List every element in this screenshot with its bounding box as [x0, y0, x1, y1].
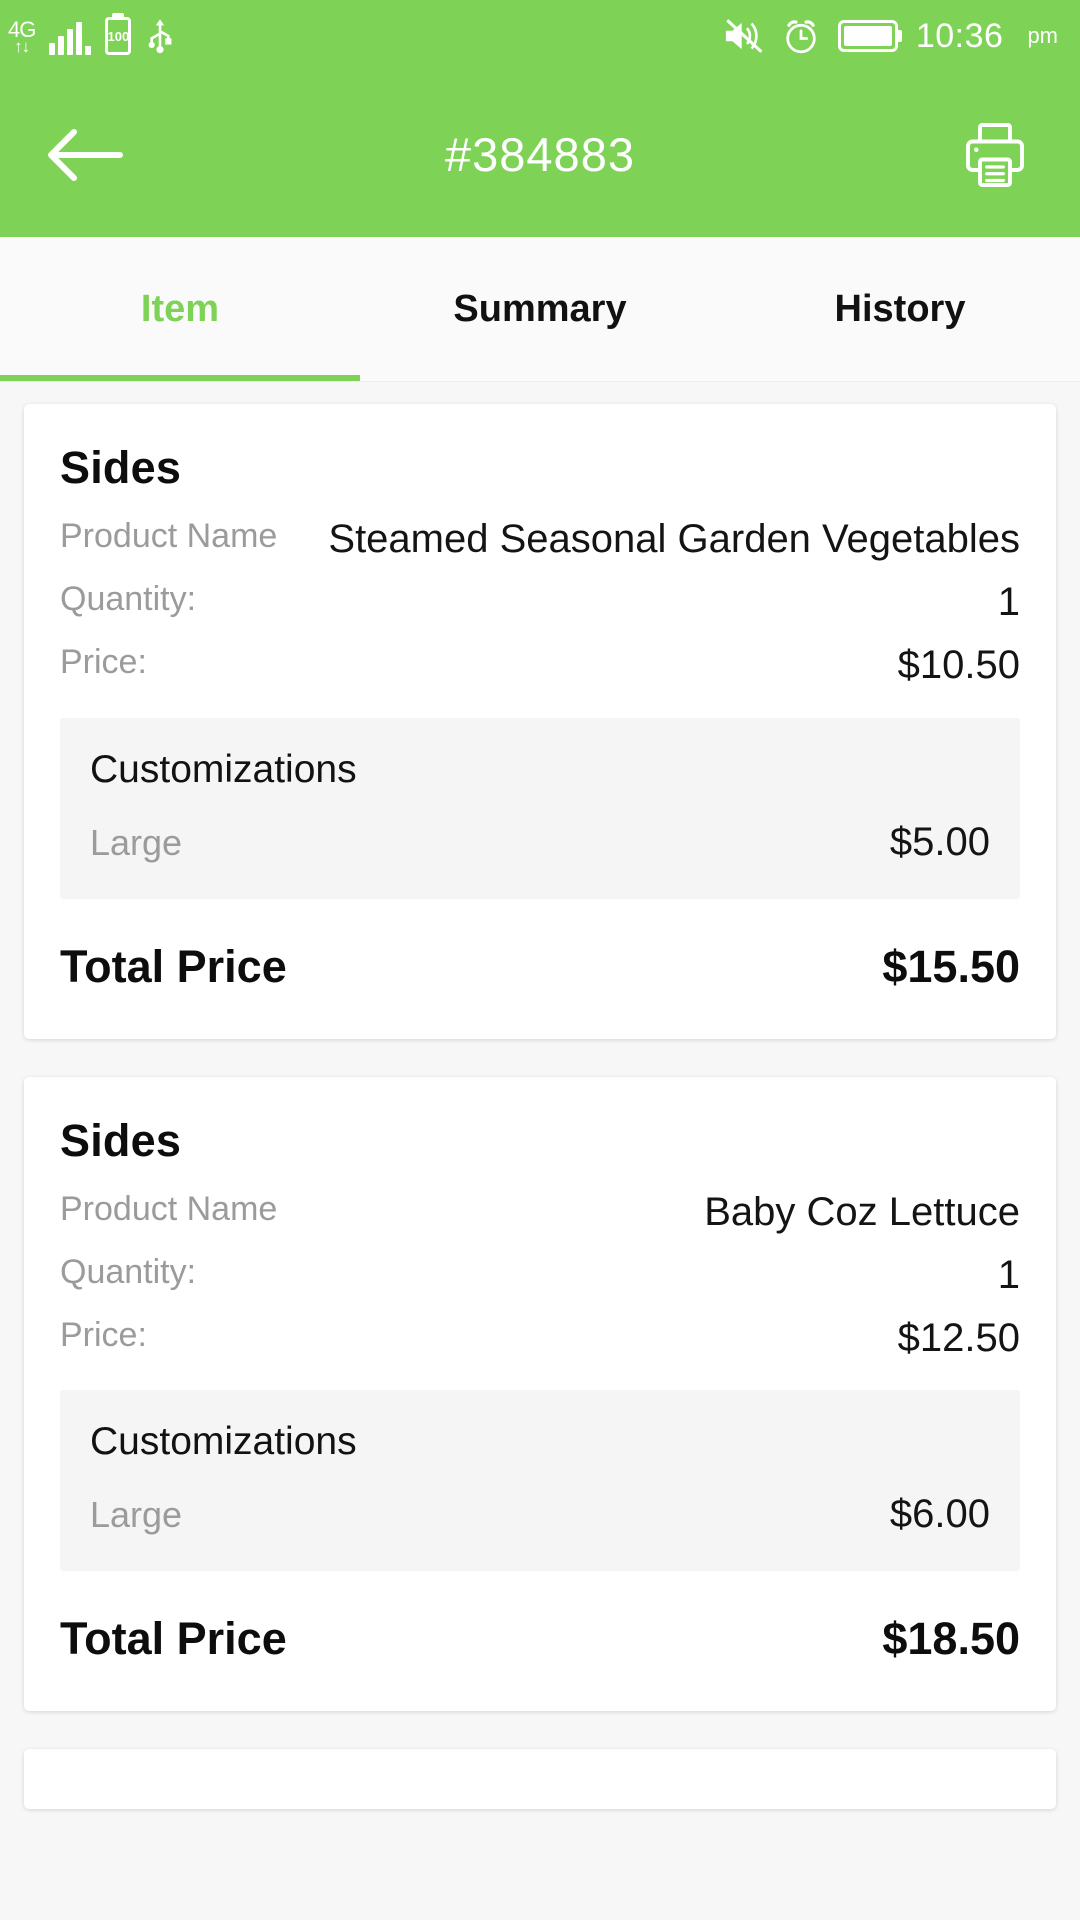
- customizations-title: Customizations: [90, 747, 357, 791]
- tab-summary[interactable]: Summary: [360, 237, 720, 381]
- arrow-left-icon: [48, 128, 123, 181]
- price-row: Price: $12.50: [60, 1307, 1020, 1370]
- customization-name: Large: [90, 1494, 183, 1536]
- quantity-value: 1: [997, 580, 1020, 625]
- tab-bar: Item Summary History: [0, 237, 1080, 382]
- tab-history-label: History: [834, 287, 966, 330]
- tab-summary-label: Summary: [453, 287, 627, 330]
- printer-icon: [966, 122, 1024, 187]
- battery-100-icon: 100: [105, 17, 132, 55]
- total-price-label: Total Price: [60, 940, 287, 992]
- data-transfer-arrows-icon: ↑↓: [14, 37, 30, 56]
- usb-icon: [148, 19, 172, 54]
- product-name-value: Baby Coz Lettuce: [704, 1189, 1020, 1234]
- price-row: Price: $10.50: [60, 634, 1020, 697]
- battery-full-icon: [837, 20, 898, 52]
- signal-bars-icon: [49, 21, 92, 55]
- tab-item[interactable]: Item: [0, 237, 360, 381]
- quantity-label: Quantity:: [60, 580, 197, 619]
- product-name-value: Steamed Seasonal Garden Vegetables: [328, 517, 1020, 561]
- product-name-row: Product Name Baby Coz Lettuce: [60, 1181, 1020, 1244]
- order-item-card-partial[interactable]: [24, 1749, 1056, 1810]
- battery-percent-label: 100: [107, 28, 130, 44]
- total-price-row: Total Price $15.50: [60, 923, 1020, 993]
- back-button[interactable]: [40, 110, 130, 200]
- alarm-clock-icon: [786, 20, 816, 54]
- status-bar-left: 4G ↑↓ 100: [8, 17, 175, 55]
- status-bar-right: 10:36 pm: [722, 17, 1058, 56]
- clock-time: 10:36: [915, 16, 1004, 55]
- customization-price: $6.00: [889, 1492, 990, 1537]
- customizations-section: Customizations Large $6.00: [60, 1390, 1020, 1572]
- clock-ampm: pm: [1027, 23, 1058, 48]
- customization-name: Large: [90, 821, 183, 863]
- customizations-title: Customizations: [90, 1420, 357, 1464]
- total-price-label: Total Price: [60, 1613, 287, 1665]
- customization-row: Large $6.00: [90, 1492, 990, 1537]
- quantity-value: 1: [997, 1252, 1020, 1297]
- page-title: #384883: [445, 128, 635, 181]
- item-category: Sides: [60, 1114, 182, 1166]
- app-bar: #384883: [0, 72, 1080, 237]
- quantity-label: Quantity:: [60, 1252, 197, 1291]
- price-label: Price:: [60, 643, 147, 682]
- print-button[interactable]: [950, 110, 1040, 200]
- volume-mute-icon: [725, 19, 763, 53]
- order-items-list: Sides Product Name Steamed Seasonal Gard…: [0, 382, 1080, 1810]
- quantity-row: Quantity: 1: [60, 571, 1020, 634]
- total-price-row: Total Price $18.50: [60, 1595, 1020, 1665]
- product-name-label: Product Name: [60, 1189, 278, 1228]
- customization-price: $5.00: [889, 819, 990, 864]
- customizations-section: Customizations Large $5.00: [60, 717, 1020, 899]
- price-value: $10.50: [897, 643, 1020, 688]
- quantity-row: Quantity: 1: [60, 1244, 1020, 1307]
- price-value: $12.50: [897, 1315, 1020, 1360]
- order-item-card[interactable]: Sides Product Name Baby Coz Lettuce Quan…: [24, 1076, 1056, 1712]
- order-item-card[interactable]: Sides Product Name Steamed Seasonal Gard…: [24, 404, 1056, 1039]
- total-price-value: $18.50: [882, 1613, 1020, 1665]
- product-name-row: Product Name Steamed Seasonal Garden Veg…: [60, 508, 1020, 571]
- network-type-indicator: 4G ↑↓: [8, 19, 36, 56]
- price-label: Price:: [60, 1315, 147, 1354]
- product-name-label: Product Name: [60, 517, 278, 555]
- customization-row: Large $5.00: [90, 820, 990, 865]
- item-category: Sides: [60, 442, 182, 493]
- tab-item-label: Item: [140, 287, 220, 330]
- tab-history[interactable]: History: [720, 237, 1080, 381]
- status-bar: 4G ↑↓ 100 10:36 pm: [0, 0, 1080, 72]
- total-price-value: $15.50: [882, 940, 1020, 992]
